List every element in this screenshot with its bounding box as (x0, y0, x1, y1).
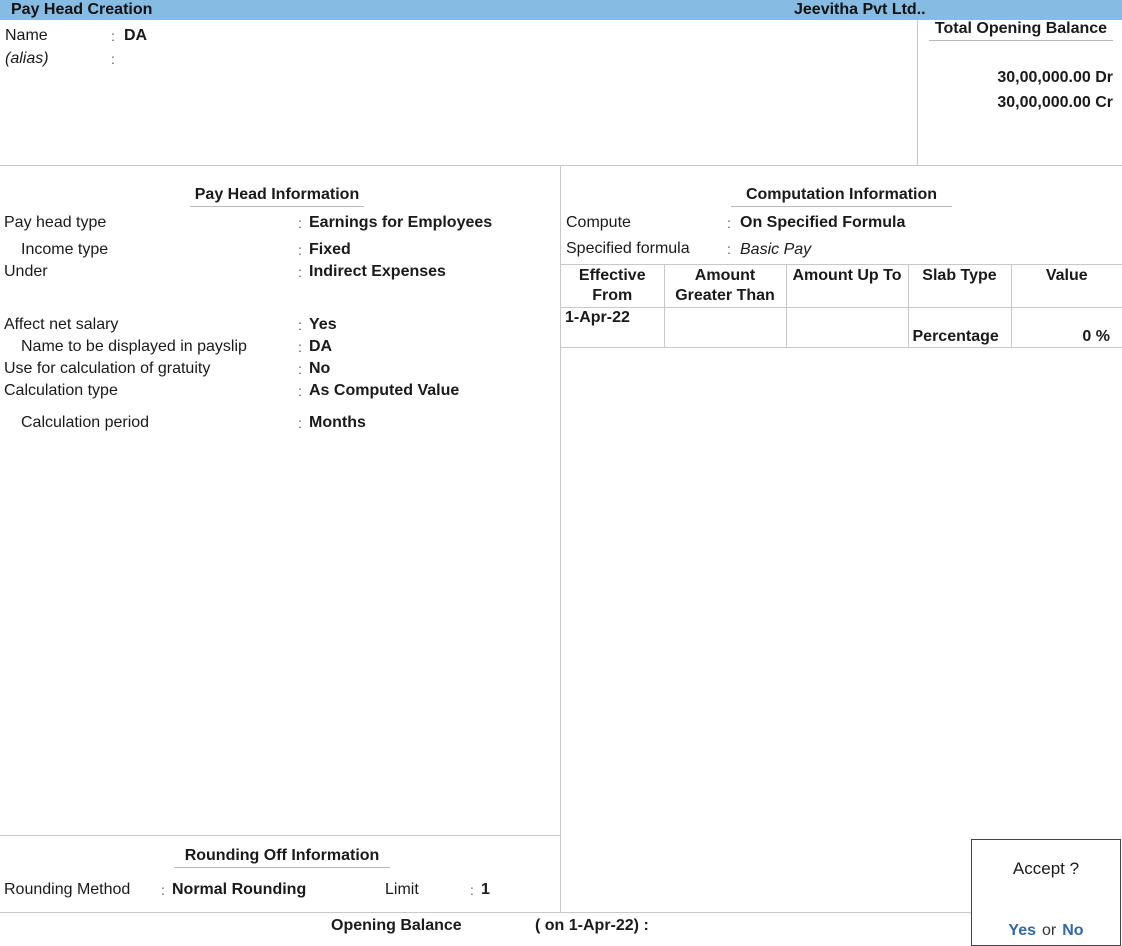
no-button[interactable]: No (1062, 922, 1083, 939)
col-amount-greater-than: Amount Greater Than (664, 264, 787, 308)
compute-label: Compute (566, 214, 631, 231)
limit-field[interactable]: 1 (481, 881, 490, 899)
colon: : (470, 882, 474, 898)
income-type-label: Income type (21, 241, 109, 258)
affect-net-salary-label: Affect net salary (4, 316, 119, 333)
colon: : (298, 317, 302, 333)
table-row[interactable]: 1-Apr-22 Percentage 0 % (561, 307, 1122, 348)
col-text: Greater Than (675, 287, 775, 304)
calculation-type-label: Calculation type (4, 382, 118, 399)
col-effective-from: Effective From (561, 264, 665, 308)
yes-button[interactable]: Yes (1008, 922, 1036, 939)
tob-divider (917, 20, 918, 165)
col-text: From (592, 287, 633, 304)
accept-dialog: Accept ? Yes or No (971, 839, 1121, 946)
col-value: Value (1011, 264, 1122, 308)
total-debit: 30,00,000.00 Dr (997, 69, 1113, 86)
screen-title: Pay Head Creation (11, 1, 153, 18)
name-field[interactable]: DA (124, 27, 147, 45)
col-slab-type: Slab Type (908, 264, 1012, 308)
total-opening-balance-title: Total Opening Balance (929, 20, 1113, 41)
calculation-period-field[interactable]: Months (309, 414, 366, 432)
pay-head-type-field[interactable]: Earnings for Employees (309, 214, 492, 232)
accept-options: Yes or No (972, 922, 1120, 940)
compute-field[interactable]: On Specified Formula (740, 214, 905, 232)
income-type-field[interactable]: Fixed (309, 241, 351, 259)
slab-table-header: Effective From Amount Greater Than Amount … (561, 264, 1122, 308)
under-label: Under (4, 263, 48, 280)
payslip-name-label: Name to be displayed in payslip (21, 338, 247, 355)
payslip-name-field[interactable]: DA (309, 338, 332, 356)
limit-label: Limit (385, 881, 419, 898)
gratuity-field[interactable]: No (309, 360, 330, 378)
colon: : (298, 383, 302, 399)
under-field[interactable]: Indirect Expenses (309, 263, 446, 281)
cell-value[interactable]: 0 % (1011, 307, 1122, 348)
colon: : (298, 264, 302, 280)
name-colon: : (111, 28, 115, 44)
company-name: Jeevitha Pvt Ltd.. (794, 1, 926, 18)
col-text: Amount (694, 267, 756, 284)
affect-net-salary-field[interactable]: Yes (309, 316, 337, 334)
rounding-info-title: Rounding Off Information (174, 847, 390, 868)
calculation-type-field[interactable]: As Computed Value (309, 382, 459, 400)
alias-colon: : (111, 51, 115, 67)
colon: : (727, 215, 731, 231)
rounding-method-label: Rounding Method (4, 881, 131, 898)
colon: : (298, 242, 302, 258)
accept-question: Accept ? (1012, 859, 1080, 878)
cell-effective-from[interactable]: 1-Apr-22 (561, 307, 665, 348)
colon: : (298, 339, 302, 355)
computation-info-title: Computation Information (731, 186, 952, 207)
gratuity-label: Use for calculation of gratuity (4, 360, 211, 377)
colon: : (298, 415, 302, 431)
or-text: or (1042, 922, 1057, 939)
footer-divider (0, 912, 972, 913)
header-divider (0, 165, 1122, 166)
col-amount-up-to: Amount Up To (786, 264, 909, 308)
pay-head-info-title: Pay Head Information (190, 186, 364, 207)
pay-head-type-label: Pay head type (4, 214, 107, 231)
colon: : (727, 241, 731, 257)
slab-table: Effective From Amount Greater Than Amount … (561, 264, 1122, 348)
opening-balance-date: ( on 1-Apr-22) : (535, 917, 649, 934)
specified-formula-field[interactable]: Basic Pay (740, 241, 811, 259)
calculation-period-label: Calculation period (21, 414, 150, 431)
rounding-divider (0, 835, 560, 836)
colon: : (161, 882, 165, 898)
rounding-method-field[interactable]: Normal Rounding (172, 881, 306, 899)
title-bar: Pay Head Creation Jeevitha Pvt Ltd.. (0, 0, 1122, 20)
col-text: Effective (578, 267, 646, 284)
opening-balance-label: Opening Balance (331, 917, 462, 934)
alias-label: (alias) (5, 50, 49, 67)
colon: : (298, 215, 302, 231)
cell-amount-up-to[interactable] (786, 307, 909, 348)
cell-amount-greater-than[interactable] (664, 307, 787, 348)
colon: : (298, 361, 302, 377)
total-credit: 30,00,000.00 Cr (997, 94, 1113, 111)
specified-formula-label: Specified formula (566, 240, 690, 257)
cell-slab-type[interactable]: Percentage (908, 307, 1012, 348)
name-label: Name (5, 27, 48, 44)
